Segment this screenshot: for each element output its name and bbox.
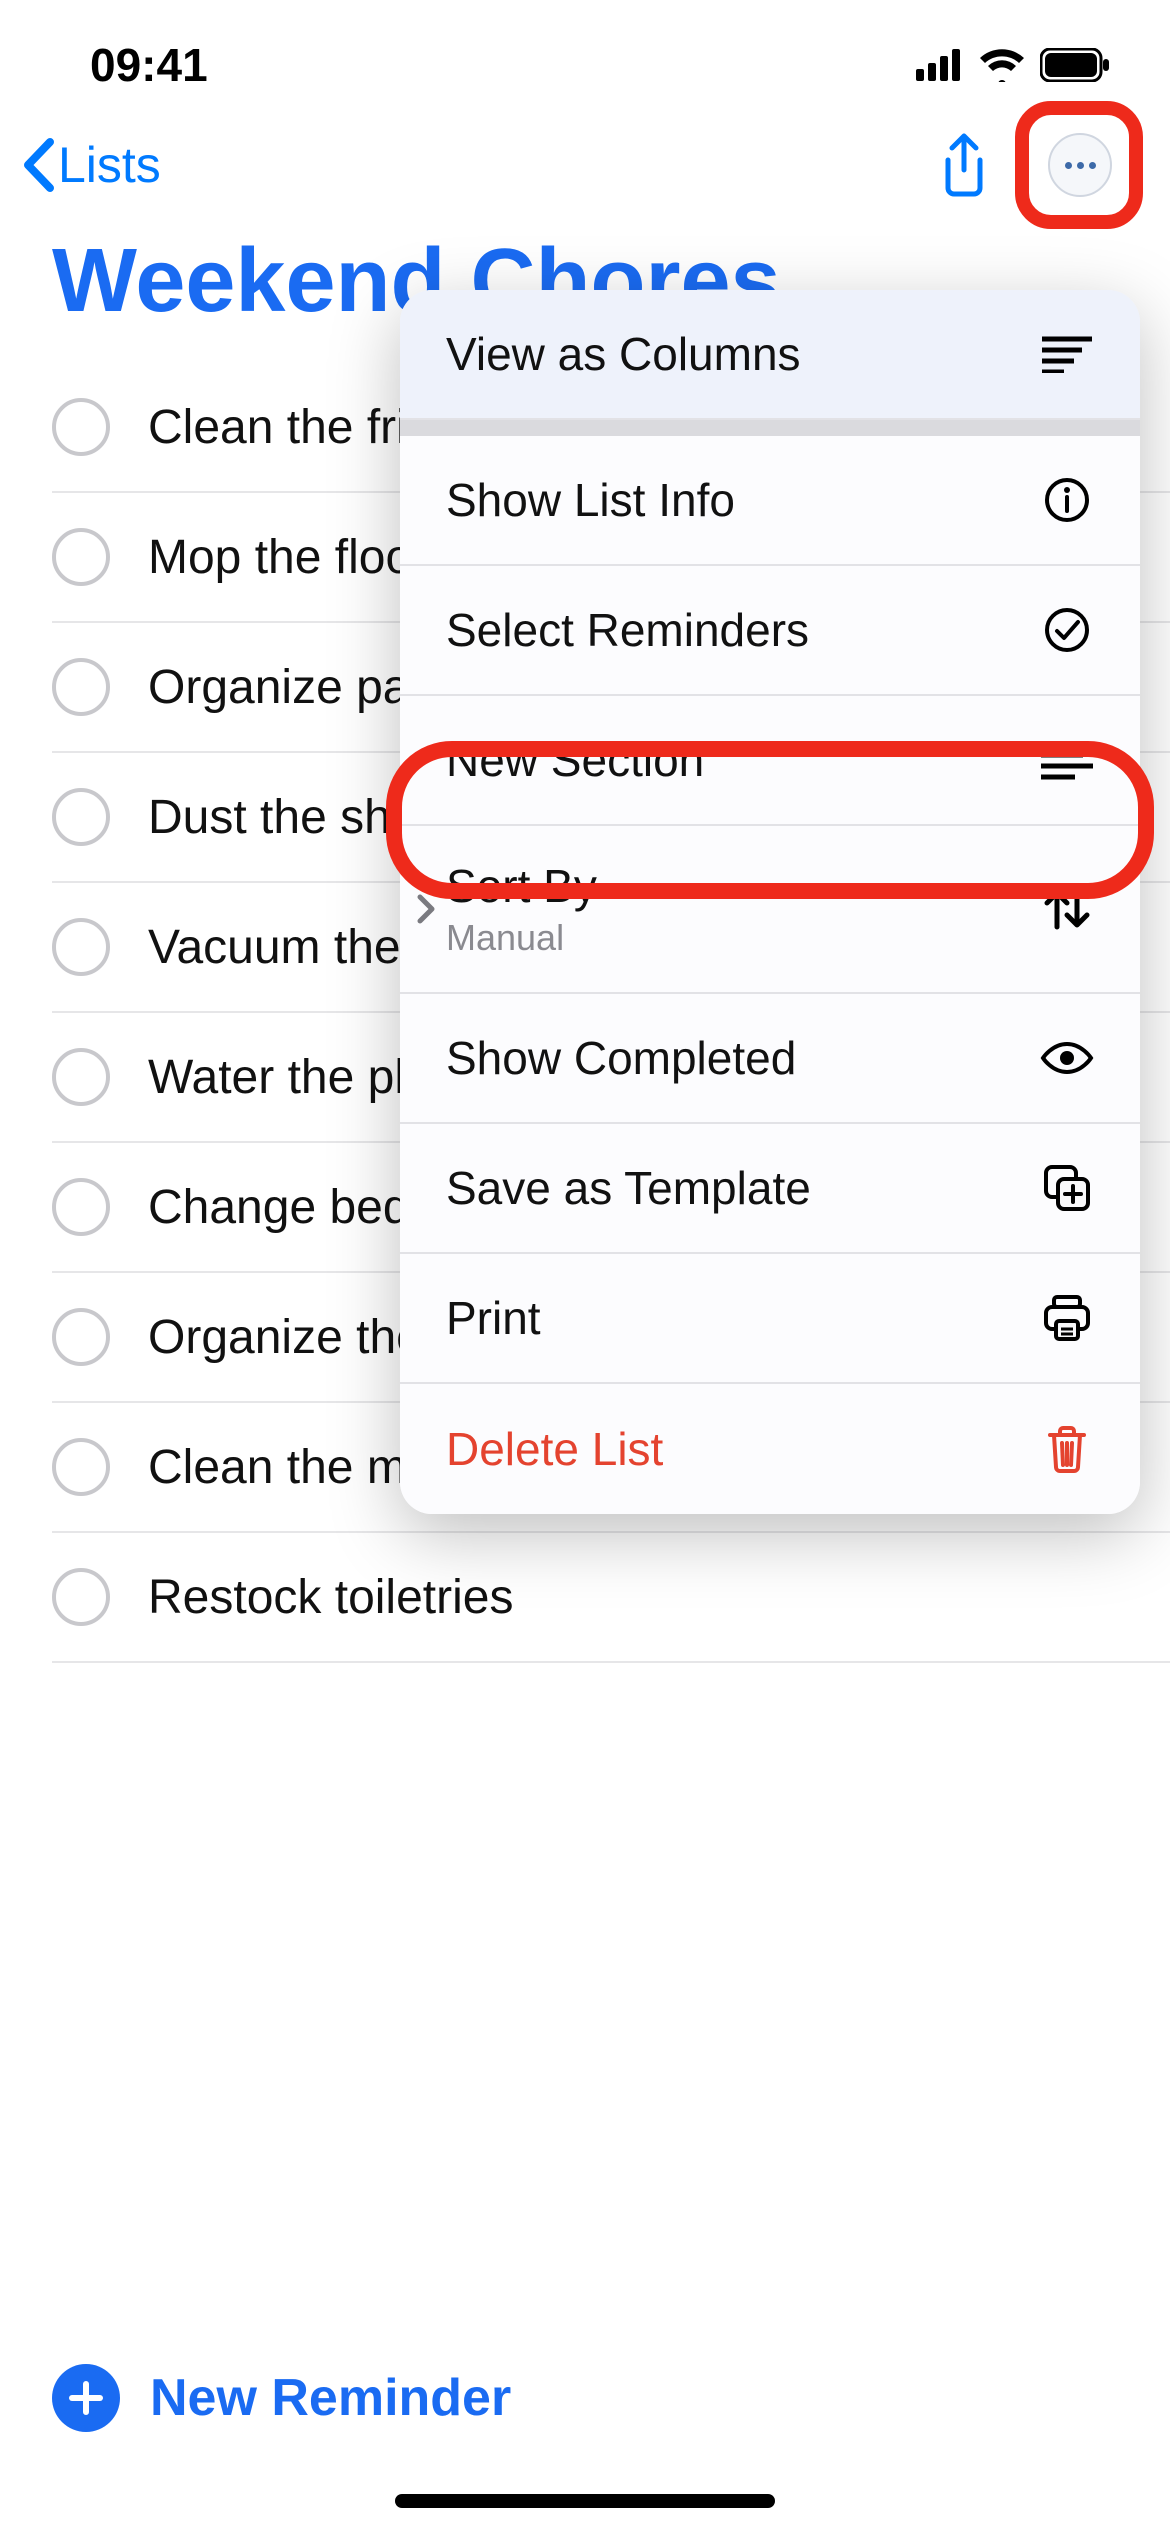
menu-delete-list[interactable]: Delete List <box>400 1384 1140 1514</box>
checkbox[interactable] <box>52 1308 110 1366</box>
sort-by-value: Manual <box>446 917 597 959</box>
status-bar: 09:41 <box>0 0 1170 110</box>
menu-separator <box>400 420 1140 436</box>
battery-icon <box>1040 48 1110 82</box>
context-menu: View as Columns Show List Info Select Re… <box>400 290 1140 1514</box>
menu-label: Show Completed <box>446 1031 796 1085</box>
nav-bar: Lists <box>0 110 1170 220</box>
plus-circle-icon <box>52 2364 120 2432</box>
wifi-icon <box>978 48 1026 82</box>
chevron-right-icon <box>416 893 436 925</box>
menu-new-section[interactable]: New Section <box>400 696 1140 826</box>
reminder-item[interactable]: Restock toiletries <box>52 1533 1170 1663</box>
back-button[interactable]: Lists <box>20 136 161 194</box>
trash-icon <box>1040 1425 1094 1473</box>
annotation-highlight-more <box>1015 101 1143 229</box>
cellular-icon <box>916 49 964 81</box>
menu-print[interactable]: Print <box>400 1254 1140 1384</box>
print-icon <box>1040 1295 1094 1341</box>
eye-icon <box>1040 1040 1094 1076</box>
menu-label: Delete List <box>446 1422 663 1476</box>
check-circle-icon <box>1040 607 1094 653</box>
menu-select-reminders[interactable]: Select Reminders <box>400 566 1140 696</box>
menu-show-list-info[interactable]: Show List Info <box>400 436 1140 566</box>
menu-save-as-template[interactable]: Save as Template <box>400 1124 1140 1254</box>
info-icon <box>1040 477 1094 523</box>
menu-label: View as Columns <box>446 327 801 381</box>
share-button[interactable] <box>938 132 990 198</box>
menu-view-as-columns[interactable]: View as Columns <box>400 290 1140 420</box>
checkbox[interactable] <box>52 1178 110 1236</box>
checkbox[interactable] <box>52 1438 110 1496</box>
checkbox[interactable] <box>52 658 110 716</box>
status-icons <box>916 48 1110 82</box>
new-reminder-button[interactable]: New Reminder <box>0 2364 1170 2432</box>
chevron-left-icon <box>20 138 56 192</box>
status-time: 09:41 <box>90 38 208 92</box>
menu-label: Sort By <box>446 859 597 913</box>
menu-label: Print <box>446 1291 541 1345</box>
columns-icon <box>1040 335 1094 373</box>
menu-label: Select Reminders <box>446 603 809 657</box>
section-icon <box>1040 740 1094 780</box>
menu-show-completed[interactable]: Show Completed <box>400 994 1140 1124</box>
menu-label: Save as Template <box>446 1161 811 1215</box>
menu-label: Show List Info <box>446 473 735 527</box>
checkbox[interactable] <box>52 918 110 976</box>
checkbox[interactable] <box>52 1048 110 1106</box>
checkbox[interactable] <box>52 398 110 456</box>
new-reminder-label: New Reminder <box>150 2368 511 2428</box>
home-indicator[interactable] <box>395 2494 775 2508</box>
reminder-text: Restock toiletries <box>148 1570 513 1625</box>
checkbox[interactable] <box>52 1568 110 1626</box>
checkbox[interactable] <box>52 788 110 846</box>
back-label: Lists <box>58 136 161 194</box>
menu-sort-by[interactable]: Sort By Manual <box>400 826 1140 994</box>
menu-label: New Section <box>446 733 704 787</box>
template-icon <box>1040 1164 1094 1212</box>
share-icon <box>938 132 990 198</box>
checkbox[interactable] <box>52 528 110 586</box>
sort-icon <box>1040 887 1094 931</box>
